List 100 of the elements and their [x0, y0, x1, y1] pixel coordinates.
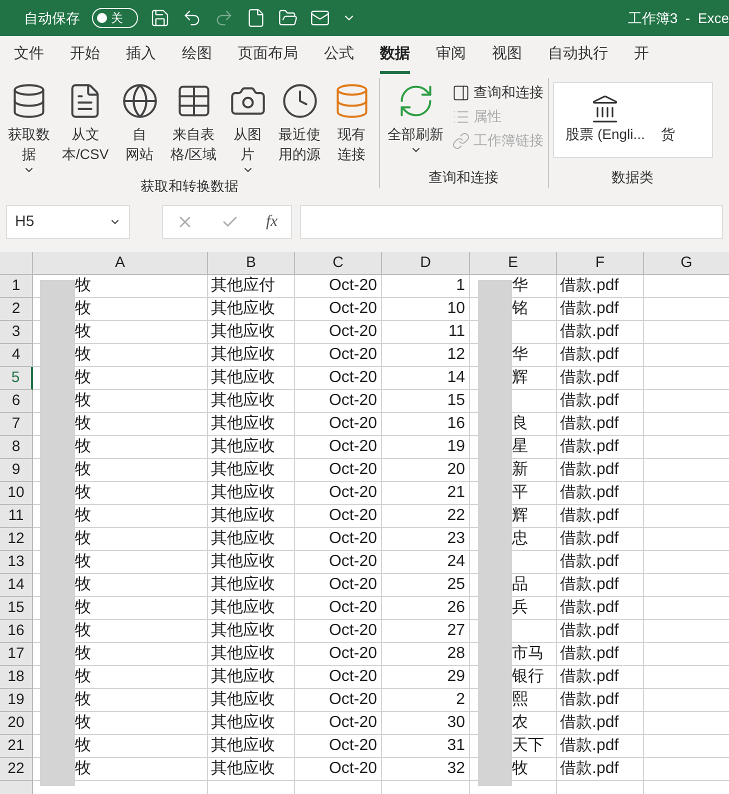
row-header[interactable]: 4: [0, 344, 33, 367]
ribbon-button[interactable]: 来自表 格/区域: [166, 78, 221, 164]
row-header[interactable]: 6: [0, 390, 33, 413]
table-cell: 2: [382, 689, 470, 712]
column-header[interactable]: C: [295, 252, 382, 275]
table-cell: 其他应收: [208, 436, 295, 459]
ribbon-button[interactable]: 从文 本/CSV: [58, 78, 113, 164]
table-cell: 27: [382, 620, 470, 643]
undo-icon[interactable]: [182, 8, 202, 28]
table-cell: 32: [382, 758, 470, 781]
ribbon-small-button[interactable]: 查询和连接: [452, 82, 544, 103]
table-cell: 其他应收: [208, 620, 295, 643]
table-cell: 借款.pdf: [557, 298, 644, 321]
globe-icon: [120, 82, 159, 120]
table-cell: 品: [470, 574, 557, 597]
row-header[interactable]: 22: [0, 758, 33, 781]
row-header[interactable]: 1: [0, 275, 33, 298]
ribbon-button[interactable]: 自 网站: [116, 78, 163, 164]
table-cell: 辉: [470, 367, 557, 390]
column-header[interactable]: B: [208, 252, 295, 275]
table-cell: 牧: [33, 482, 208, 505]
ribbon-button[interactable]: 最近使 用的源: [274, 78, 325, 164]
table-cell: 牧: [33, 413, 208, 436]
table-cell: 30: [382, 712, 470, 735]
ribbon-tab[interactable]: 页面布局: [238, 42, 298, 74]
row-header[interactable]: 13: [0, 551, 33, 574]
column-header[interactable]: G: [644, 252, 729, 275]
table-cell: 牧: [33, 643, 208, 666]
table-cell: Oct-20: [295, 551, 382, 574]
name-box[interactable]: H5: [6, 205, 130, 239]
ribbon-button[interactable]: 全部刷新: [384, 78, 448, 156]
ribbon-button[interactable]: 现有 连接: [328, 78, 375, 164]
table-cell: 华: [470, 275, 557, 298]
row-header[interactable]: 19: [0, 689, 33, 712]
table-cell: 14: [382, 367, 470, 390]
table-cell: 24: [382, 551, 470, 574]
ribbon-tab[interactable]: 开: [634, 42, 649, 74]
table-cell: 良: [470, 413, 557, 436]
formula-field[interactable]: [300, 205, 723, 239]
row-header[interactable]: 9: [0, 459, 33, 482]
table-cell: 其他应收: [208, 459, 295, 482]
table-cell: Oct-20: [295, 620, 382, 643]
table-cell: 牧: [33, 459, 208, 482]
table-cell: 借款.pdf: [557, 689, 644, 712]
table-cell: 15: [382, 390, 470, 413]
ribbon-tab[interactable]: 审阅: [436, 42, 466, 74]
table-cell: 牧: [33, 597, 208, 620]
ribbon-tab[interactable]: 绘图: [182, 42, 212, 74]
row-header[interactable]: 8: [0, 436, 33, 459]
ribbon-button[interactable]: 从图 片: [224, 78, 271, 176]
data-type-item[interactable]: 股票 (Engli...: [566, 94, 645, 145]
ribbon-tab[interactable]: 视图: [492, 42, 522, 74]
row-header[interactable]: 16: [0, 620, 33, 643]
table-cell: 借款.pdf: [557, 620, 644, 643]
row-header[interactable]: 2: [0, 298, 33, 321]
column-header[interactable]: A: [33, 252, 208, 275]
column-header[interactable]: F: [557, 252, 644, 275]
insert-function-button[interactable]: fx: [266, 210, 278, 234]
table-cell: 26: [382, 597, 470, 620]
table-cell: 牧: [33, 367, 208, 390]
autosave-toggle[interactable]: 关: [92, 8, 138, 28]
table-cell: 铭: [470, 298, 557, 321]
save-icon[interactable]: [150, 8, 170, 28]
data-type-item[interactable]: 货: [660, 124, 675, 145]
table-cell: 1: [382, 275, 470, 298]
row-header[interactable]: 17: [0, 643, 33, 666]
table-cell: 其他应收: [208, 344, 295, 367]
ribbon-tab[interactable]: 开始: [70, 42, 100, 74]
row-header[interactable]: 21: [0, 735, 33, 758]
row-header[interactable]: 20: [0, 712, 33, 735]
table-cell: Oct-20: [295, 643, 382, 666]
row-header[interactable]: 14: [0, 574, 33, 597]
row-header[interactable]: 12: [0, 528, 33, 551]
new-file-icon[interactable]: [246, 8, 266, 28]
column-header[interactable]: D: [382, 252, 470, 275]
table-cell: Oct-20: [295, 367, 382, 390]
table-cell: 银行: [470, 666, 557, 689]
row-header[interactable]: 7: [0, 413, 33, 436]
table-cell: 牧: [470, 758, 557, 781]
row-header[interactable]: 3: [0, 321, 33, 344]
ribbon-tab[interactable]: 文件: [14, 42, 44, 74]
mail-icon[interactable]: [310, 8, 330, 28]
row-header[interactable]: 18: [0, 666, 33, 689]
table-cell: 其他应收: [208, 413, 295, 436]
ribbon-button[interactable]: 获取数 据: [4, 78, 54, 176]
row-header[interactable]: 10: [0, 482, 33, 505]
ribbon-tab[interactable]: 公式: [324, 42, 354, 74]
table-cell: 熙: [470, 689, 557, 712]
table-cell: 其他应收: [208, 666, 295, 689]
table-cell: 新: [470, 459, 557, 482]
row-header[interactable]: 15: [0, 597, 33, 620]
table-cell: 牧: [33, 344, 208, 367]
table-cell: 其他应收: [208, 482, 295, 505]
folder-icon[interactable]: [278, 8, 298, 28]
row-header[interactable]: 11: [0, 505, 33, 528]
ribbon-tab[interactable]: 插入: [126, 42, 156, 74]
link-icon: [452, 132, 470, 150]
ribbon-tab[interactable]: 自动执行: [548, 42, 608, 74]
row-header[interactable]: 5: [0, 367, 33, 390]
column-header[interactable]: E: [470, 252, 557, 275]
